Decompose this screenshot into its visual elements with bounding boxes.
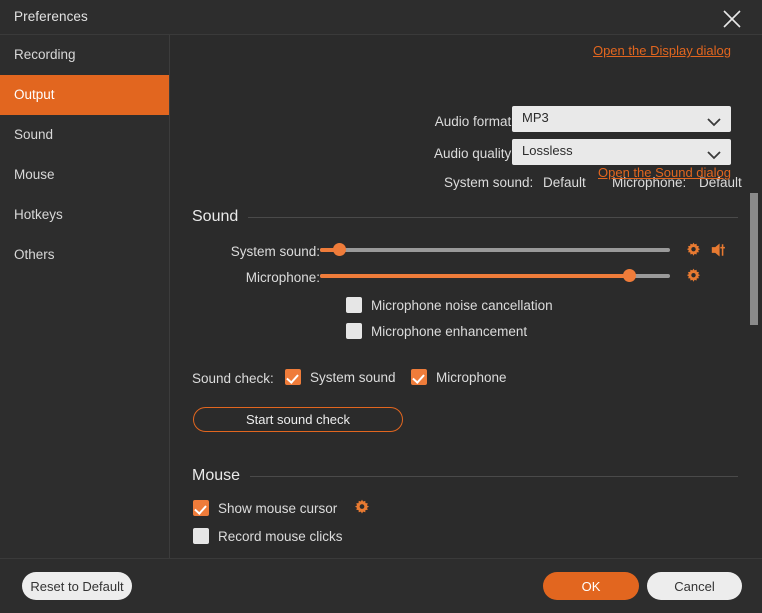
sidebar-item-sound[interactable]: Sound — [0, 115, 169, 155]
title-bar: Preferences — [0, 0, 762, 35]
show-mouse-cursor-row[interactable]: Show mouse cursor — [193, 500, 337, 516]
sound-check-microphone-row[interactable]: Microphone — [411, 369, 507, 385]
ok-button[interactable]: OK — [543, 572, 639, 600]
audio-format-select[interactable]: MP3 — [512, 106, 731, 132]
sidebar-item-output[interactable]: Output — [0, 75, 169, 115]
audio-quality-select[interactable]: Lossless — [512, 139, 731, 165]
sound-check-label: Sound check: — [192, 371, 274, 386]
record-mouse-clicks-checkbox[interactable] — [193, 528, 209, 544]
chevron-down-icon — [707, 114, 721, 132]
audio-quality-label: Audio quality: — [433, 146, 515, 161]
microphone-slider[interactable] — [320, 269, 670, 283]
open-sound-dialog-link[interactable]: Open the Sound dialog — [598, 165, 731, 180]
output-system-sound-value: Default — [543, 175, 586, 190]
sound-check-microphone-label: Microphone — [436, 369, 507, 385]
sidebar-item-label: Sound — [14, 127, 54, 142]
sound-section-title: Sound — [192, 208, 239, 225]
sidebar-item-others[interactable]: Others — [0, 235, 169, 275]
slider-thumb[interactable] — [623, 269, 637, 282]
show-mouse-cursor-gear-icon[interactable] — [353, 499, 371, 522]
section-divider — [250, 475, 738, 477]
close-icon — [723, 10, 741, 28]
sound-check-system-row[interactable]: System sound — [285, 369, 396, 385]
reset-to-default-button[interactable]: Reset to Default — [22, 572, 132, 600]
start-sound-check-button[interactable]: Start sound check — [193, 407, 403, 432]
microphone-enhancement-checkbox[interactable] — [346, 323, 362, 339]
slider-track — [320, 248, 670, 252]
microphone-enhancement-checkbox-row[interactable]: Microphone enhancement — [346, 323, 527, 339]
sound-section-header: Sound — [192, 208, 738, 226]
audio-format-label: Audio format: — [434, 114, 515, 129]
cancel-button[interactable]: Cancel — [647, 572, 742, 600]
record-mouse-clicks-row[interactable]: Record mouse clicks — [193, 528, 343, 544]
chevron-down-icon — [707, 147, 721, 165]
sound-check-system-label: System sound — [310, 369, 396, 385]
mouse-section-header: Mouse — [192, 467, 738, 485]
close-button[interactable] — [710, 0, 754, 35]
open-display-dialog-link[interactable]: Open the Display dialog — [593, 43, 731, 58]
output-system-sound-label: System sound: — [444, 175, 534, 190]
sidebar-item-hotkeys[interactable]: Hotkeys — [0, 195, 169, 235]
slider-thumb[interactable] — [333, 243, 347, 256]
audio-format-value: MP3 — [522, 110, 549, 125]
sidebar-item-label: Others — [14, 247, 55, 262]
speaker-mute-icon[interactable] — [710, 241, 730, 264]
system-sound-slider[interactable] — [320, 243, 670, 257]
window-title: Preferences — [14, 9, 88, 24]
system-sound-slider-label: System sound: — [230, 244, 320, 259]
noise-cancellation-checkbox[interactable] — [346, 297, 362, 313]
record-mouse-clicks-label: Record mouse clicks — [218, 528, 343, 544]
mouse-section-title: Mouse — [192, 467, 241, 484]
slider-fill — [320, 274, 630, 278]
sound-check-system-checkbox[interactable] — [285, 369, 301, 385]
noise-cancellation-label: Microphone noise cancellation — [371, 297, 553, 313]
content-scrollbar-track[interactable] — [748, 35, 762, 558]
sidebar-item-mouse[interactable]: Mouse — [0, 155, 169, 195]
microphone-gear-icon[interactable] — [685, 268, 702, 290]
microphone-enhancement-label: Microphone enhancement — [371, 323, 528, 339]
settings-content-pane: Open the Display dialog Audio format: MP… — [171, 35, 762, 558]
sidebar-item-label: Recording — [14, 47, 76, 62]
audio-quality-value: Lossless — [522, 143, 573, 158]
sidebar-item-label: Mouse — [14, 167, 55, 182]
dialog-footer: Reset to Default OK Cancel — [0, 558, 762, 613]
show-mouse-cursor-label: Show mouse cursor — [218, 500, 338, 516]
sound-check-microphone-checkbox[interactable] — [411, 369, 427, 385]
noise-cancellation-checkbox-row[interactable]: Microphone noise cancellation — [346, 297, 553, 313]
system-sound-gear-icon[interactable] — [685, 242, 702, 264]
section-divider — [248, 216, 738, 218]
show-mouse-cursor-checkbox[interactable] — [193, 500, 209, 516]
sidebar-item-label: Output — [14, 87, 55, 102]
sidebar-item-recording[interactable]: Recording — [0, 35, 169, 75]
sidebar: Recording Output Sound Mouse Hotkeys Oth… — [0, 35, 170, 558]
sidebar-item-label: Hotkeys — [14, 207, 63, 222]
content-scrollbar-thumb[interactable] — [750, 193, 758, 325]
microphone-slider-label: Microphone: — [245, 270, 320, 285]
